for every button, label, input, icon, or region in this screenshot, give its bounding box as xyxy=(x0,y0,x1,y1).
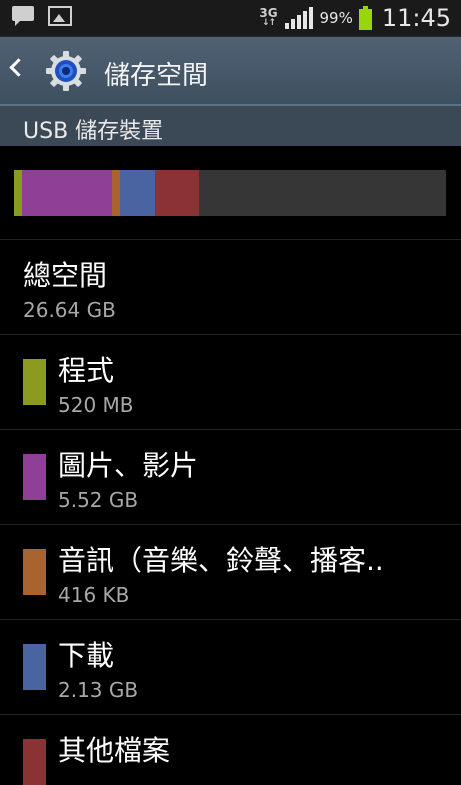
battery-icon xyxy=(358,6,372,30)
item-value: 5.52 GB xyxy=(58,488,139,512)
storage-segment-audio xyxy=(112,170,120,216)
storage-usage-bar xyxy=(14,170,446,216)
settings-gear-icon[interactable] xyxy=(44,49,88,93)
chat-icon xyxy=(12,6,34,26)
item-value: 520 MB xyxy=(58,393,134,417)
page-title: 儲存空間 xyxy=(104,61,209,91)
list-item-audio[interactable]: 音訊（音樂、鈴聲、播客.. 416 KB xyxy=(0,524,461,620)
color-swatch xyxy=(23,454,46,500)
back-icon[interactable] xyxy=(9,58,28,77)
section-title: USB 儲存裝置 xyxy=(23,119,164,144)
network-type-indicator: 3G ↓↑ xyxy=(259,6,278,28)
item-label: 下載 xyxy=(58,639,115,672)
color-swatch xyxy=(23,549,46,595)
storage-segment-media xyxy=(22,170,112,216)
total-space-row: 總空間 26.64 GB xyxy=(0,239,461,335)
color-swatch xyxy=(23,359,46,405)
list-item-pictures-videos[interactable]: 圖片、影片 5.52 GB xyxy=(0,429,461,525)
item-label: 音訊（音樂、鈴聲、播客.. xyxy=(58,544,384,577)
status-bar: 3G ↓↑ 99% 11:45 xyxy=(0,0,461,37)
item-value: 2.13 GB xyxy=(58,678,139,702)
image-icon xyxy=(48,6,72,26)
battery-percent: 99% xyxy=(319,9,353,27)
signal-icon xyxy=(285,7,314,29)
total-space-label: 總空間 xyxy=(23,259,108,292)
item-label: 其他檔案 xyxy=(58,734,171,767)
storage-segment-other xyxy=(155,170,199,216)
list-item-other-files[interactable]: 其他檔案 xyxy=(0,714,461,785)
item-label: 程式 xyxy=(58,354,115,387)
total-space-value: 26.64 GB xyxy=(23,298,116,322)
color-swatch xyxy=(23,739,46,785)
section-header: USB 儲存裝置 xyxy=(0,106,461,146)
list-item-downloads[interactable]: 下載 2.13 GB xyxy=(0,619,461,715)
clock: 11:45 xyxy=(381,4,451,32)
storage-segment-apps xyxy=(14,170,22,216)
storage-segment-downloads xyxy=(120,170,155,216)
list-item-apps[interactable]: 程式 520 MB xyxy=(0,334,461,430)
item-value: 416 KB xyxy=(58,583,130,607)
action-bar: 儲存空間 xyxy=(0,37,461,106)
item-label: 圖片、影片 xyxy=(58,449,199,482)
color-swatch xyxy=(23,644,46,690)
